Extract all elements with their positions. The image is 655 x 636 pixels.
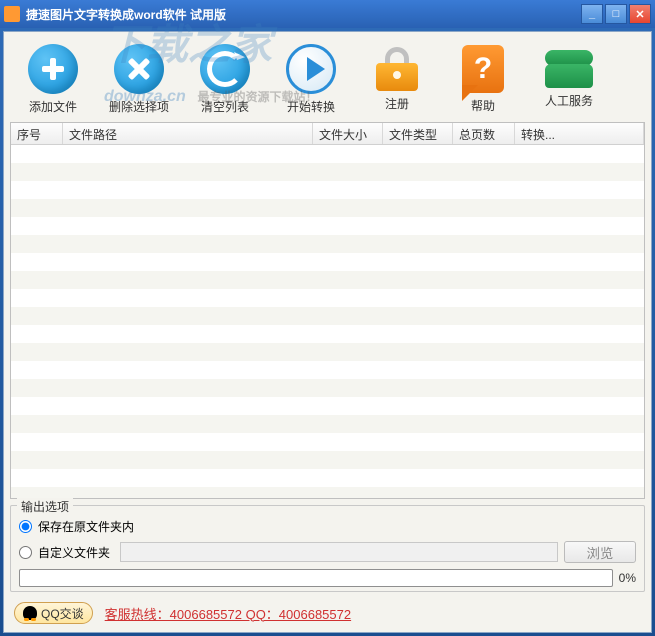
- add-file-label: 添加文件: [29, 98, 77, 115]
- app-window: 捷速图片文字转换成word软件 试用版 _ □ ✕ 下载之家 downza.cn…: [0, 0, 655, 636]
- start-convert-button[interactable]: 开始转换: [268, 44, 354, 115]
- remove-selected-button[interactable]: 删除选择项: [96, 44, 182, 115]
- progress-percent: 0%: [619, 571, 636, 585]
- toolbar: 添加文件 删除选择项 清空列表 开始转换 注册 ?: [4, 32, 651, 122]
- phone-icon: [545, 50, 593, 88]
- radio-custom-folder[interactable]: [19, 546, 32, 559]
- lock-icon: [376, 47, 418, 91]
- table-body[interactable]: [11, 145, 644, 498]
- x-icon: [114, 44, 164, 94]
- qq-icon: [23, 606, 37, 620]
- clear-list-button[interactable]: 清空列表: [182, 44, 268, 115]
- table-header: 序号 文件路径 文件大小 文件类型 总页数 转换...: [11, 123, 644, 145]
- service-label: 人工服务: [545, 92, 593, 109]
- qq-chat-button[interactable]: QQ交谈: [14, 602, 93, 624]
- hotline-link[interactable]: 客服热线：4006685572 QQ：4006685572: [105, 604, 351, 623]
- col-type[interactable]: 文件类型: [383, 123, 453, 144]
- play-icon: [286, 44, 336, 94]
- file-table: 序号 文件路径 文件大小 文件类型 总页数 转换...: [10, 122, 645, 499]
- col-path[interactable]: 文件路径: [63, 123, 313, 144]
- service-button[interactable]: 人工服务: [526, 50, 612, 109]
- titlebar[interactable]: 捷速图片文字转换成word软件 试用版 _ □ ✕: [0, 0, 655, 28]
- reset-icon: [200, 44, 250, 94]
- register-label: 注册: [385, 95, 409, 112]
- help-icon: ?: [462, 45, 504, 93]
- help-button[interactable]: ? 帮助: [440, 45, 526, 114]
- window-controls: _ □ ✕: [581, 4, 651, 24]
- app-icon: [4, 6, 20, 22]
- progress-row: 0%: [19, 569, 636, 587]
- qq-chat-label: QQ交谈: [41, 605, 84, 622]
- custom-path-input[interactable]: [120, 542, 558, 562]
- output-options: 输出选项 保存在原文件夹内 自定义文件夹 浏览 0%: [10, 505, 645, 592]
- add-file-button[interactable]: 添加文件: [10, 44, 96, 115]
- radio-custom-folder-row: 自定义文件夹 浏览: [19, 541, 636, 563]
- close-button[interactable]: ✕: [629, 4, 651, 24]
- start-convert-label: 开始转换: [287, 98, 335, 115]
- radio-same-folder[interactable]: [19, 520, 32, 533]
- browse-button[interactable]: 浏览: [564, 541, 636, 563]
- maximize-button[interactable]: □: [605, 4, 627, 24]
- footer: QQ交谈 客服热线：4006685572 QQ：4006685572: [4, 598, 651, 632]
- col-convert[interactable]: 转换...: [515, 123, 644, 144]
- minimize-button[interactable]: _: [581, 4, 603, 24]
- register-button[interactable]: 注册: [354, 47, 440, 112]
- radio-same-folder-row: 保存在原文件夹内: [19, 518, 636, 535]
- plus-icon: [28, 44, 78, 94]
- col-pages[interactable]: 总页数: [453, 123, 515, 144]
- output-legend: 输出选项: [17, 498, 73, 515]
- clear-list-label: 清空列表: [201, 98, 249, 115]
- window-title: 捷速图片文字转换成word软件 试用版: [26, 6, 581, 23]
- radio-same-folder-label[interactable]: 保存在原文件夹内: [38, 518, 134, 535]
- remove-selected-label: 删除选择项: [109, 98, 169, 115]
- progress-bar: [19, 569, 613, 587]
- col-size[interactable]: 文件大小: [313, 123, 383, 144]
- client-area: 下载之家 downza.cn 最专业的资源下载站！ 添加文件 删除选择项 清空列…: [3, 31, 652, 633]
- radio-custom-folder-label[interactable]: 自定义文件夹: [38, 544, 110, 561]
- col-index[interactable]: 序号: [11, 123, 63, 144]
